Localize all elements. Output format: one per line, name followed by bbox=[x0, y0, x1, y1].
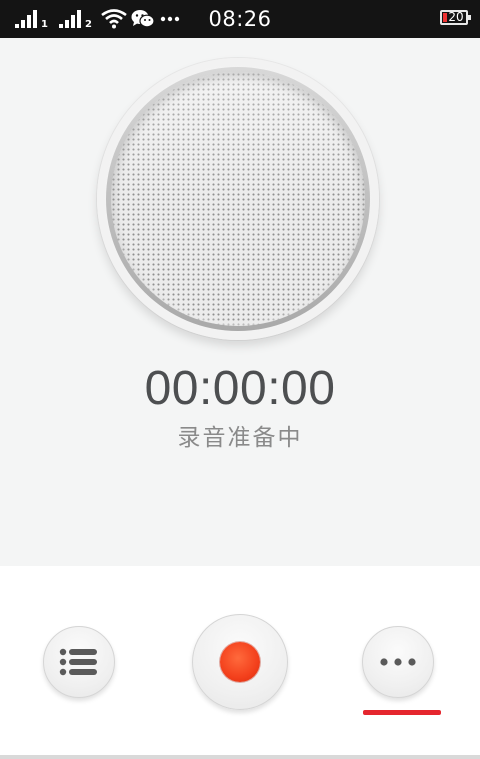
selected-indicator bbox=[363, 710, 441, 715]
microphone-ring bbox=[106, 67, 370, 331]
recordings-list-button[interactable] bbox=[43, 626, 115, 698]
status-bar: 1 2 08:26 20 bbox=[0, 0, 480, 38]
recorder-stage: 00:00:00 录音准备中 bbox=[0, 38, 480, 566]
more-icon bbox=[380, 658, 416, 666]
microphone-graphic bbox=[97, 58, 379, 340]
record-icon bbox=[220, 642, 260, 682]
microphone-grille bbox=[111, 72, 365, 326]
more-options-button[interactable] bbox=[362, 626, 434, 698]
recording-timer: 00:00:00 bbox=[144, 362, 336, 415]
battery-level: 20 bbox=[448, 10, 464, 24]
list-icon bbox=[59, 648, 97, 676]
control-bar bbox=[0, 566, 480, 759]
record-button[interactable] bbox=[192, 614, 288, 710]
clock: 08:26 bbox=[208, 7, 272, 31]
battery-icon: 20 bbox=[440, 10, 471, 25]
recording-status: 录音准备中 bbox=[177, 425, 303, 451]
